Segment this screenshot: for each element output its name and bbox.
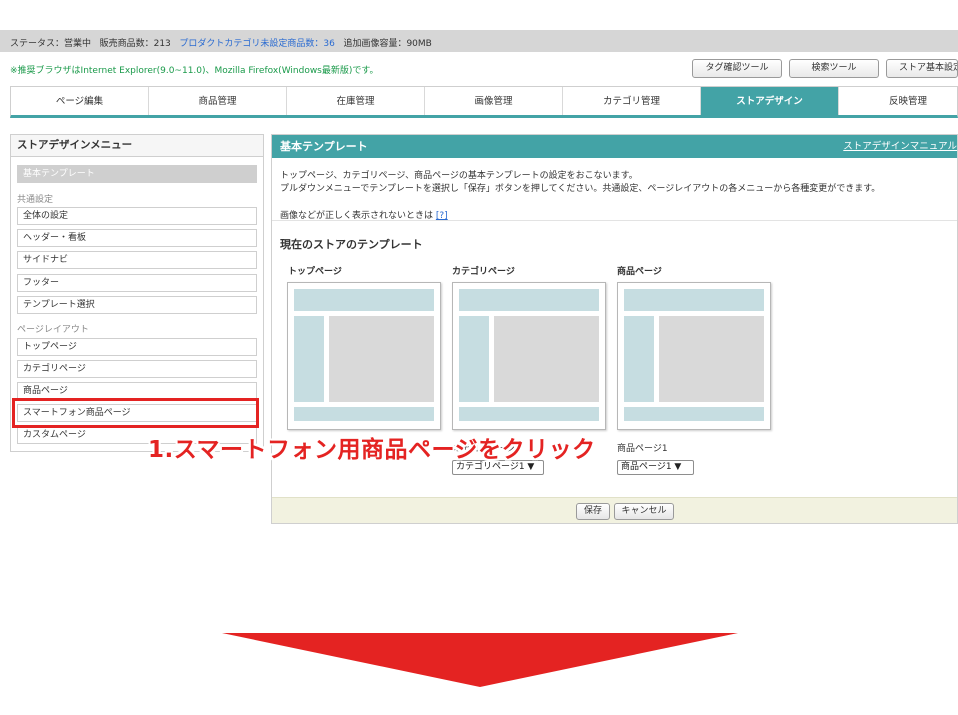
sidebar-item-overall-settings[interactable]: 全体の設定: [17, 207, 257, 225]
main-panel: 基本テンプレート ストアデザインマニュアル トップページ、カテゴリページ、商品ペ…: [271, 134, 958, 524]
save-button[interactable]: 保存: [576, 503, 610, 520]
category-page-label: カテゴリページ: [452, 267, 515, 277]
main-header: 基本テンプレート ストアデザインマニュアル: [272, 135, 957, 158]
template-body-block: [659, 316, 764, 402]
highlight-box: [12, 398, 259, 428]
category-page-template-preview: [452, 282, 606, 430]
template-side-block: [294, 316, 324, 402]
template-header-block: [459, 289, 599, 311]
browser-notice: ※推奨ブラウザはInternet Explorer(9.0~11.0)、Mozi…: [10, 66, 379, 76]
top-page-label: トップページ: [288, 267, 342, 277]
tag-check-tool-button[interactable]: タグ確認ツール: [692, 59, 782, 78]
search-tool-button[interactable]: 検索ツール: [789, 59, 879, 78]
template-side-block: [624, 316, 654, 402]
sidebar-title: ストアデザインメニュー: [11, 135, 263, 157]
template-footer-block: [459, 407, 599, 421]
template-side-block: [459, 316, 489, 402]
sidebar-group-page-layout: ページレイアウト: [17, 325, 89, 335]
product-template-select-label: 商品ページ1: [617, 444, 668, 454]
cancel-button[interactable]: キャンセル: [614, 503, 674, 520]
sidebar-item-basic-template[interactable]: 基本テンプレート: [17, 165, 257, 183]
store-settings-button[interactable]: ストア基本設定: [886, 59, 958, 78]
divider: [272, 220, 957, 221]
template-body-block: [494, 316, 599, 402]
tab-publish-management[interactable]: 反映管理: [839, 87, 958, 115]
down-arrow-icon: [222, 633, 738, 687]
template-body-block: [329, 316, 434, 402]
sidebar-item-category-page[interactable]: カテゴリページ: [17, 360, 257, 378]
sidebar-group-common: 共通設定: [17, 195, 54, 205]
template-header-block: [624, 289, 764, 311]
tab-store-design[interactable]: ストアデザイン: [701, 87, 839, 115]
tab-category-management[interactable]: カテゴリ管理: [563, 87, 701, 115]
status-bar: ステータス：営業中 販売商品数：213 プロダクトカテゴリ未設定商品数：36 追…: [0, 30, 958, 52]
sidebar-item-side-nav[interactable]: サイドナビ: [17, 251, 257, 269]
section-title: 現在のストアのテンプレート: [280, 238, 423, 251]
product-page-template-preview: [617, 282, 771, 430]
template-footer-block: [624, 407, 764, 421]
template-footer-block: [294, 407, 434, 421]
sidebar-item-footer[interactable]: フッター: [17, 274, 257, 292]
product-count: 販売商品数：213: [99, 39, 171, 49]
product-template-select[interactable]: 商品ページ1 ▼: [617, 460, 694, 475]
status-text: ステータス：営業中: [10, 39, 92, 49]
tab-inventory-management[interactable]: 在庫管理: [287, 87, 425, 115]
description-line-1: トップページ、カテゴリページ、商品ページの基本テンプレートの設定をおこないます。: [280, 171, 638, 181]
store-design-manual-link[interactable]: ストアデザインマニュアル: [843, 135, 957, 158]
tab-page-edit[interactable]: ページ編集: [11, 87, 149, 115]
tab-product-management[interactable]: 商品管理: [149, 87, 287, 115]
sidebar-item-top-page[interactable]: トップページ: [17, 338, 257, 356]
page-title: 基本テンプレート: [280, 140, 368, 153]
top-page-template-preview: [287, 282, 441, 430]
description-line-2: プルダウンメニューでテンプレートを選択し「保存」ボタンを押してください。共通設定…: [280, 184, 881, 194]
action-bar: 保存 キャンセル: [272, 497, 957, 523]
sidebar-item-template-select[interactable]: テンプレート選択: [17, 296, 257, 314]
main-nav-tabs: ページ編集 商品管理 在庫管理 画像管理 カテゴリ管理 ストアデザイン 反映管理: [10, 86, 958, 118]
instruction-annotation: 1.スマートフォン用商品ページをクリック: [148, 437, 596, 463]
tab-image-management[interactable]: 画像管理: [425, 87, 563, 115]
product-page-label: 商品ページ: [617, 267, 662, 277]
template-header-block: [294, 289, 434, 311]
uncategorized-link[interactable]: プロダクトカテゴリ未設定商品数：36: [179, 39, 334, 49]
image-capacity: 追加画像容量：90MB: [343, 39, 432, 49]
sidebar-item-header[interactable]: ヘッダー・看板: [17, 229, 257, 247]
